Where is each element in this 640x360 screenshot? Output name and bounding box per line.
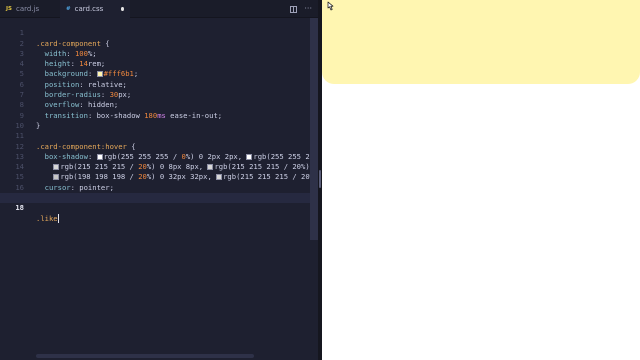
code-line: 13 rgb(215 215 215 / 20%) 0 8px 8px, rgb… xyxy=(0,142,335,171)
code-line: 10 xyxy=(0,111,310,130)
code-line: 1 .card-component { xyxy=(0,18,310,47)
tab-label: card.css xyxy=(74,5,104,13)
code-line: 11 .card-component:hover { xyxy=(0,121,310,150)
code-line: 12 box-shadow: rgb(255 255 255 / 0%) 0 2… xyxy=(0,131,335,161)
splitter-handle[interactable] xyxy=(319,170,321,188)
code-line: 15 cursor: pointer; xyxy=(0,162,310,191)
selector: .like xyxy=(36,213,58,223)
text-cursor xyxy=(57,213,59,223)
tab-card-css[interactable]: # card.css xyxy=(60,0,130,18)
mouse-cursor-icon xyxy=(327,1,334,11)
code-area[interactable]: 1 .card-component { 2 width: 100%; 3 hei… xyxy=(0,18,336,348)
unsaved-dot-icon[interactable] xyxy=(121,7,124,11)
code-line: 2 width: 100%; xyxy=(0,28,310,58)
code-line: 4 background: #fff6b1; xyxy=(0,49,310,78)
code-line: 14 rgb(198 198 198 / 20%) 0 32px 32px, r… xyxy=(0,152,335,181)
preview-pane xyxy=(322,0,640,360)
vertical-scrollbar[interactable] xyxy=(310,18,318,240)
code-line: 5 position: relative; xyxy=(0,59,310,88)
current-code-line[interactable]: 18 .like xyxy=(0,193,310,223)
js-file-icon: JS xyxy=(6,6,13,12)
split-editor-icon[interactable] xyxy=(290,5,298,13)
more-actions-icon[interactable]: ··· xyxy=(304,5,312,13)
code-editor[interactable]: JS card.js # card.css ··· 1 .card-compon… xyxy=(0,0,336,360)
code-line: 17 xyxy=(0,183,310,202)
line-number: 18 xyxy=(15,203,24,213)
tab-bar: JS card.js # card.css ··· xyxy=(0,0,318,18)
code-line: 9 } xyxy=(0,100,310,130)
css-file-icon: # xyxy=(66,6,71,12)
editor-actions: ··· xyxy=(290,0,312,18)
horizontal-scrollbar[interactable] xyxy=(36,354,254,358)
tab-card-js[interactable]: JS card.js xyxy=(0,0,45,18)
card-component[interactable] xyxy=(322,0,640,84)
code-line: 3 height: 14rem; xyxy=(0,39,310,68)
tab-label: card.js xyxy=(16,5,40,13)
code-line: 8 transition: box-shadow 180ms ease-in-o… xyxy=(0,90,310,119)
code-line: 16 } xyxy=(0,173,310,202)
code-line: 7 overflow: hidden; xyxy=(0,80,310,109)
code-line: 6 border-radius: 30px; xyxy=(0,70,310,99)
